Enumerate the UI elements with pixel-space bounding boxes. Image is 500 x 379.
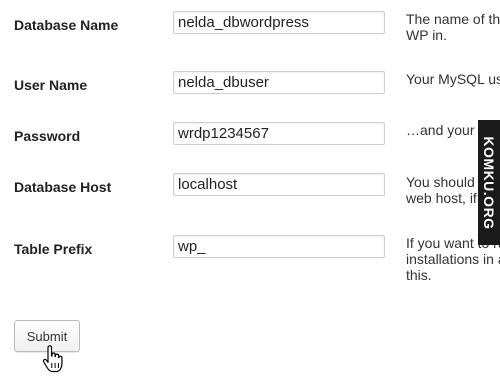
table-prefix-description-line-3: this. <box>406 267 432 283</box>
password-label: Password <box>14 128 81 144</box>
watermark-badge: KOMKU.ORG <box>478 120 500 245</box>
database-host-label: Database Host <box>14 179 112 195</box>
user-name-label: User Name <box>14 77 88 93</box>
database-name-label: Database Name <box>14 17 119 33</box>
database-name-input[interactable] <box>173 11 385 34</box>
table-prefix-label: Table Prefix <box>14 241 93 257</box>
setup-config-page: Database Name The name of the WP in. Use… <box>0 0 500 379</box>
database-name-description-line-2: WP in. <box>406 27 447 43</box>
watermark-text: KOMKU.ORG <box>481 135 497 230</box>
hand-pointer-icon <box>42 345 63 373</box>
database-host-input[interactable] <box>173 173 385 196</box>
table-prefix-input[interactable] <box>173 235 385 258</box>
table-prefix-description-line-2: installations in a <box>406 251 500 267</box>
database-name-description: The name of the WP in. <box>406 11 500 43</box>
database-name-description-line-1: The name of the <box>406 11 500 27</box>
user-name-input[interactable] <box>173 71 385 94</box>
password-input[interactable] <box>173 122 385 145</box>
user-name-description: Your MySQL us <box>406 71 500 87</box>
user-name-description-line-1: Your MySQL us <box>406 71 500 87</box>
